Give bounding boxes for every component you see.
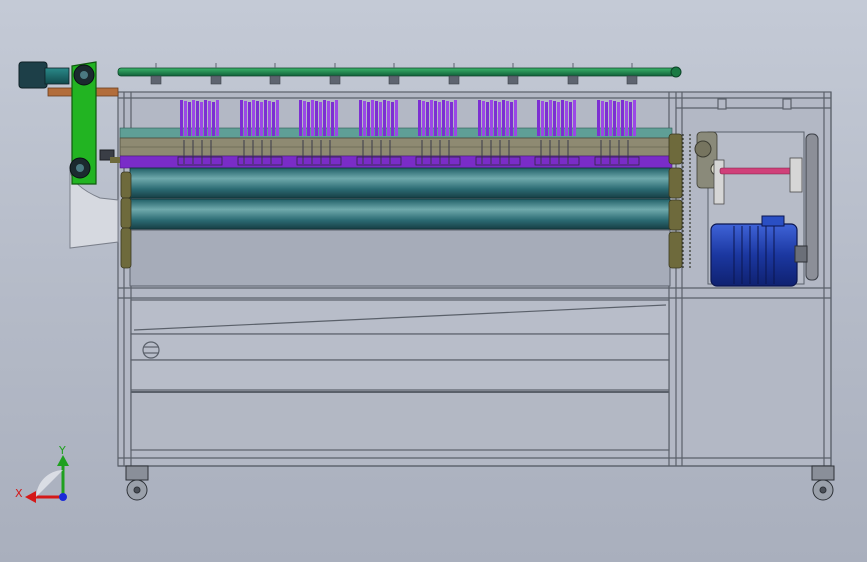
- triad-plane: [36, 470, 63, 497]
- brush-bristle: [244, 101, 247, 136]
- brush-bristle: [212, 102, 215, 136]
- brush-bristle: [442, 100, 445, 136]
- brush-bristle: [569, 102, 572, 136]
- brush-bristle: [541, 101, 544, 136]
- brush-bristle: [565, 101, 568, 136]
- brush-bristle: [537, 100, 540, 136]
- brush-bristle: [434, 101, 437, 136]
- brush-bristle: [514, 100, 517, 136]
- brush-bristle: [375, 101, 378, 136]
- brush-bristle: [264, 100, 267, 136]
- brush-bristle: [272, 102, 275, 136]
- brush-bristle: [359, 100, 362, 136]
- brush-bristle: [450, 102, 453, 136]
- brush-bristle: [307, 102, 310, 136]
- brush-bristle: [240, 100, 243, 136]
- brush-bristle: [426, 102, 429, 136]
- brush-bristle: [363, 101, 366, 136]
- brush-bristle: [391, 102, 394, 136]
- brush-bristle: [256, 101, 259, 136]
- brush-bristle: [621, 100, 624, 136]
- brush-bristle: [323, 100, 326, 136]
- brush-bristle: [260, 102, 263, 136]
- brush-bristle: [613, 101, 616, 136]
- cad-viewport[interactable]: Y X: [0, 0, 867, 562]
- brush-bristle: [601, 101, 604, 136]
- brush-bristle: [379, 102, 382, 136]
- brush-bristle: [557, 102, 560, 136]
- top-spray-rail: [117, 63, 682, 85]
- brush-bristle: [597, 100, 600, 136]
- brush-bristle: [422, 101, 425, 136]
- brush-bristle: [545, 102, 548, 136]
- brush-bristle: [553, 101, 556, 136]
- brush-bristle: [609, 100, 612, 136]
- brush-bristle: [315, 101, 318, 136]
- brush-bristle: [561, 100, 564, 136]
- brush-bristle: [478, 100, 481, 136]
- brush-bristle: [482, 101, 485, 136]
- brush-bristle: [188, 102, 191, 136]
- coordinate-triad: Y X: [15, 444, 69, 503]
- brush-bristle: [276, 100, 279, 136]
- triad-x-label: X: [15, 487, 23, 500]
- triad-z-origin: [59, 493, 67, 501]
- brush-bristle: [549, 100, 552, 136]
- brush-bristle: [180, 100, 183, 136]
- brush-bristle: [395, 100, 398, 136]
- brush-bristle: [371, 100, 374, 136]
- brush-bristle: [327, 101, 330, 136]
- brush-bristle: [216, 100, 219, 136]
- brush-bristle: [196, 101, 199, 136]
- brush-bristle: [184, 101, 187, 136]
- brush-bristle: [200, 102, 203, 136]
- brush-bristle: [383, 100, 386, 136]
- brush-bristle: [311, 100, 314, 136]
- brush-bristle: [490, 100, 493, 136]
- brush-bristle: [617, 102, 620, 136]
- brush-bristle: [303, 101, 306, 136]
- brush-bristle: [248, 102, 251, 136]
- brush-bristle: [430, 100, 433, 136]
- brush-bristle: [331, 102, 334, 136]
- brush-bristle: [319, 102, 322, 136]
- right-drive: [694, 131, 819, 287]
- triad-y-label: Y: [58, 444, 66, 457]
- brush-bristle: [204, 100, 207, 136]
- brush-bristle: [192, 100, 195, 136]
- brush-bristle: [625, 101, 628, 136]
- brush-bristle: [335, 100, 338, 136]
- brush-bristle: [633, 100, 636, 136]
- brush-bristle: [367, 102, 370, 136]
- caster-wheels: [125, 465, 835, 501]
- brush-bristle: [629, 102, 632, 136]
- brush-bristle: [486, 102, 489, 136]
- brush-bristle: [418, 100, 421, 136]
- triad-x-arrowhead: [25, 491, 36, 503]
- machine-drawing: Y X: [15, 61, 835, 503]
- brush-bristle: [454, 100, 457, 136]
- brush-bristle: [252, 100, 255, 136]
- brush-bristle: [299, 100, 302, 136]
- brush-bristle: [573, 100, 576, 136]
- brush-bristle: [387, 101, 390, 136]
- brush-bristle: [446, 101, 449, 136]
- brush-bristle: [494, 101, 497, 136]
- brush-bristle: [502, 100, 505, 136]
- brush-bristle: [506, 101, 509, 136]
- brush-bristle: [438, 102, 441, 136]
- roller-assembly: [129, 167, 671, 287]
- brush-bristle: [498, 102, 501, 136]
- brush-bristle: [605, 102, 608, 136]
- brush-bristle: [510, 102, 513, 136]
- brush-bristle: [208, 101, 211, 136]
- brush-bristle: [268, 101, 271, 136]
- left-drive: [18, 61, 120, 249]
